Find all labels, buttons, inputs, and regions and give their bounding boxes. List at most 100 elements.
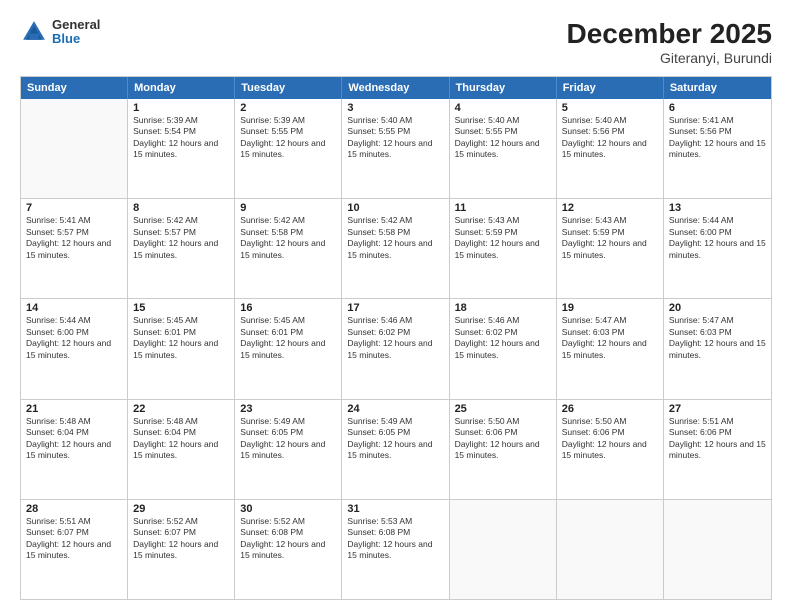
cell-info: Sunrise: 5:43 AMSunset: 5:59 PMDaylight:…	[455, 215, 551, 261]
day-number: 29	[133, 503, 229, 515]
day-number: 31	[347, 503, 443, 515]
calendar-cell	[21, 99, 128, 198]
calendar-week-2: 7Sunrise: 5:41 AMSunset: 5:57 PMDaylight…	[21, 199, 771, 299]
location: Giteranyi, Burundi	[567, 50, 772, 66]
calendar-cell: 7Sunrise: 5:41 AMSunset: 5:57 PMDaylight…	[21, 199, 128, 298]
calendar-cell: 6Sunrise: 5:41 AMSunset: 5:56 PMDaylight…	[664, 99, 771, 198]
cell-info: Sunrise: 5:47 AMSunset: 6:03 PMDaylight:…	[562, 315, 658, 361]
cell-info: Sunrise: 5:40 AMSunset: 5:55 PMDaylight:…	[347, 115, 443, 161]
page: General Blue December 2025 Giteranyi, Bu…	[0, 0, 792, 612]
day-number: 7	[26, 202, 122, 214]
day-number: 1	[133, 102, 229, 114]
day-number: 12	[562, 202, 658, 214]
cell-info: Sunrise: 5:48 AMSunset: 6:04 PMDaylight:…	[26, 416, 122, 462]
day-number: 24	[347, 403, 443, 415]
logo: General Blue	[20, 18, 100, 47]
cell-info: Sunrise: 5:49 AMSunset: 6:05 PMDaylight:…	[347, 416, 443, 462]
day-number: 17	[347, 302, 443, 314]
calendar-cell: 18Sunrise: 5:46 AMSunset: 6:02 PMDayligh…	[450, 299, 557, 398]
calendar-cell: 25Sunrise: 5:50 AMSunset: 6:06 PMDayligh…	[450, 400, 557, 499]
calendar-week-4: 21Sunrise: 5:48 AMSunset: 6:04 PMDayligh…	[21, 400, 771, 500]
cell-info: Sunrise: 5:44 AMSunset: 6:00 PMDaylight:…	[26, 315, 122, 361]
cell-info: Sunrise: 5:51 AMSunset: 6:06 PMDaylight:…	[669, 416, 766, 462]
calendar-cell: 5Sunrise: 5:40 AMSunset: 5:56 PMDaylight…	[557, 99, 664, 198]
day-number: 20	[669, 302, 766, 314]
calendar-cell: 10Sunrise: 5:42 AMSunset: 5:58 PMDayligh…	[342, 199, 449, 298]
calendar-cell: 30Sunrise: 5:52 AMSunset: 6:08 PMDayligh…	[235, 500, 342, 599]
cell-info: Sunrise: 5:49 AMSunset: 6:05 PMDaylight:…	[240, 416, 336, 462]
cell-info: Sunrise: 5:42 AMSunset: 5:58 PMDaylight:…	[240, 215, 336, 261]
day-number: 13	[669, 202, 766, 214]
cell-info: Sunrise: 5:43 AMSunset: 5:59 PMDaylight:…	[562, 215, 658, 261]
calendar-cell: 16Sunrise: 5:45 AMSunset: 6:01 PMDayligh…	[235, 299, 342, 398]
cell-info: Sunrise: 5:50 AMSunset: 6:06 PMDaylight:…	[455, 416, 551, 462]
calendar-cell: 11Sunrise: 5:43 AMSunset: 5:59 PMDayligh…	[450, 199, 557, 298]
day-number: 10	[347, 202, 443, 214]
cell-info: Sunrise: 5:53 AMSunset: 6:08 PMDaylight:…	[347, 516, 443, 562]
day-number: 30	[240, 503, 336, 515]
calendar-week-1: 1Sunrise: 5:39 AMSunset: 5:54 PMDaylight…	[21, 99, 771, 199]
cell-info: Sunrise: 5:51 AMSunset: 6:07 PMDaylight:…	[26, 516, 122, 562]
day-number: 2	[240, 102, 336, 114]
cell-info: Sunrise: 5:39 AMSunset: 5:54 PMDaylight:…	[133, 115, 229, 161]
calendar-cell: 29Sunrise: 5:52 AMSunset: 6:07 PMDayligh…	[128, 500, 235, 599]
calendar: SundayMondayTuesdayWednesdayThursdayFrid…	[20, 76, 772, 600]
calendar-cell: 14Sunrise: 5:44 AMSunset: 6:00 PMDayligh…	[21, 299, 128, 398]
day-number: 23	[240, 403, 336, 415]
calendar-week-3: 14Sunrise: 5:44 AMSunset: 6:00 PMDayligh…	[21, 299, 771, 399]
calendar-cell: 27Sunrise: 5:51 AMSunset: 6:06 PMDayligh…	[664, 400, 771, 499]
day-number: 15	[133, 302, 229, 314]
day-number: 3	[347, 102, 443, 114]
cell-info: Sunrise: 5:39 AMSunset: 5:55 PMDaylight:…	[240, 115, 336, 161]
day-number: 9	[240, 202, 336, 214]
cell-info: Sunrise: 5:46 AMSunset: 6:02 PMDaylight:…	[455, 315, 551, 361]
logo-line2: Blue	[52, 32, 100, 46]
title-block: December 2025 Giteranyi, Burundi	[567, 18, 772, 66]
day-number: 18	[455, 302, 551, 314]
cell-info: Sunrise: 5:40 AMSunset: 5:56 PMDaylight:…	[562, 115, 658, 161]
calendar-cell: 31Sunrise: 5:53 AMSunset: 6:08 PMDayligh…	[342, 500, 449, 599]
calendar-cell: 24Sunrise: 5:49 AMSunset: 6:05 PMDayligh…	[342, 400, 449, 499]
logo-line1: General	[52, 18, 100, 32]
header-day-saturday: Saturday	[664, 77, 771, 99]
cell-info: Sunrise: 5:46 AMSunset: 6:02 PMDaylight:…	[347, 315, 443, 361]
day-number: 8	[133, 202, 229, 214]
calendar-cell: 23Sunrise: 5:49 AMSunset: 6:05 PMDayligh…	[235, 400, 342, 499]
day-number: 26	[562, 403, 658, 415]
calendar-cell: 8Sunrise: 5:42 AMSunset: 5:57 PMDaylight…	[128, 199, 235, 298]
header: General Blue December 2025 Giteranyi, Bu…	[20, 18, 772, 66]
calendar-cell: 1Sunrise: 5:39 AMSunset: 5:54 PMDaylight…	[128, 99, 235, 198]
calendar-cell	[557, 500, 664, 599]
cell-info: Sunrise: 5:42 AMSunset: 5:58 PMDaylight:…	[347, 215, 443, 261]
header-day-friday: Friday	[557, 77, 664, 99]
cell-info: Sunrise: 5:41 AMSunset: 5:57 PMDaylight:…	[26, 215, 122, 261]
calendar-cell: 15Sunrise: 5:45 AMSunset: 6:01 PMDayligh…	[128, 299, 235, 398]
cell-info: Sunrise: 5:52 AMSunset: 6:08 PMDaylight:…	[240, 516, 336, 562]
day-number: 4	[455, 102, 551, 114]
day-number: 5	[562, 102, 658, 114]
calendar-cell: 22Sunrise: 5:48 AMSunset: 6:04 PMDayligh…	[128, 400, 235, 499]
calendar-cell: 17Sunrise: 5:46 AMSunset: 6:02 PMDayligh…	[342, 299, 449, 398]
cell-info: Sunrise: 5:50 AMSunset: 6:06 PMDaylight:…	[562, 416, 658, 462]
day-number: 16	[240, 302, 336, 314]
calendar-cell	[450, 500, 557, 599]
header-day-sunday: Sunday	[21, 77, 128, 99]
calendar-cell: 9Sunrise: 5:42 AMSunset: 5:58 PMDaylight…	[235, 199, 342, 298]
header-day-monday: Monday	[128, 77, 235, 99]
calendar-week-5: 28Sunrise: 5:51 AMSunset: 6:07 PMDayligh…	[21, 500, 771, 599]
header-day-wednesday: Wednesday	[342, 77, 449, 99]
calendar-cell: 4Sunrise: 5:40 AMSunset: 5:55 PMDaylight…	[450, 99, 557, 198]
logo-icon	[20, 18, 48, 46]
cell-info: Sunrise: 5:41 AMSunset: 5:56 PMDaylight:…	[669, 115, 766, 161]
cell-info: Sunrise: 5:45 AMSunset: 6:01 PMDaylight:…	[133, 315, 229, 361]
day-number: 28	[26, 503, 122, 515]
cell-info: Sunrise: 5:45 AMSunset: 6:01 PMDaylight:…	[240, 315, 336, 361]
cell-info: Sunrise: 5:44 AMSunset: 6:00 PMDaylight:…	[669, 215, 766, 261]
day-number: 11	[455, 202, 551, 214]
calendar-cell: 20Sunrise: 5:47 AMSunset: 6:03 PMDayligh…	[664, 299, 771, 398]
logo-text: General Blue	[52, 18, 100, 47]
calendar-body: 1Sunrise: 5:39 AMSunset: 5:54 PMDaylight…	[21, 99, 771, 599]
cell-info: Sunrise: 5:42 AMSunset: 5:57 PMDaylight:…	[133, 215, 229, 261]
day-number: 25	[455, 403, 551, 415]
calendar-header: SundayMondayTuesdayWednesdayThursdayFrid…	[21, 77, 771, 99]
